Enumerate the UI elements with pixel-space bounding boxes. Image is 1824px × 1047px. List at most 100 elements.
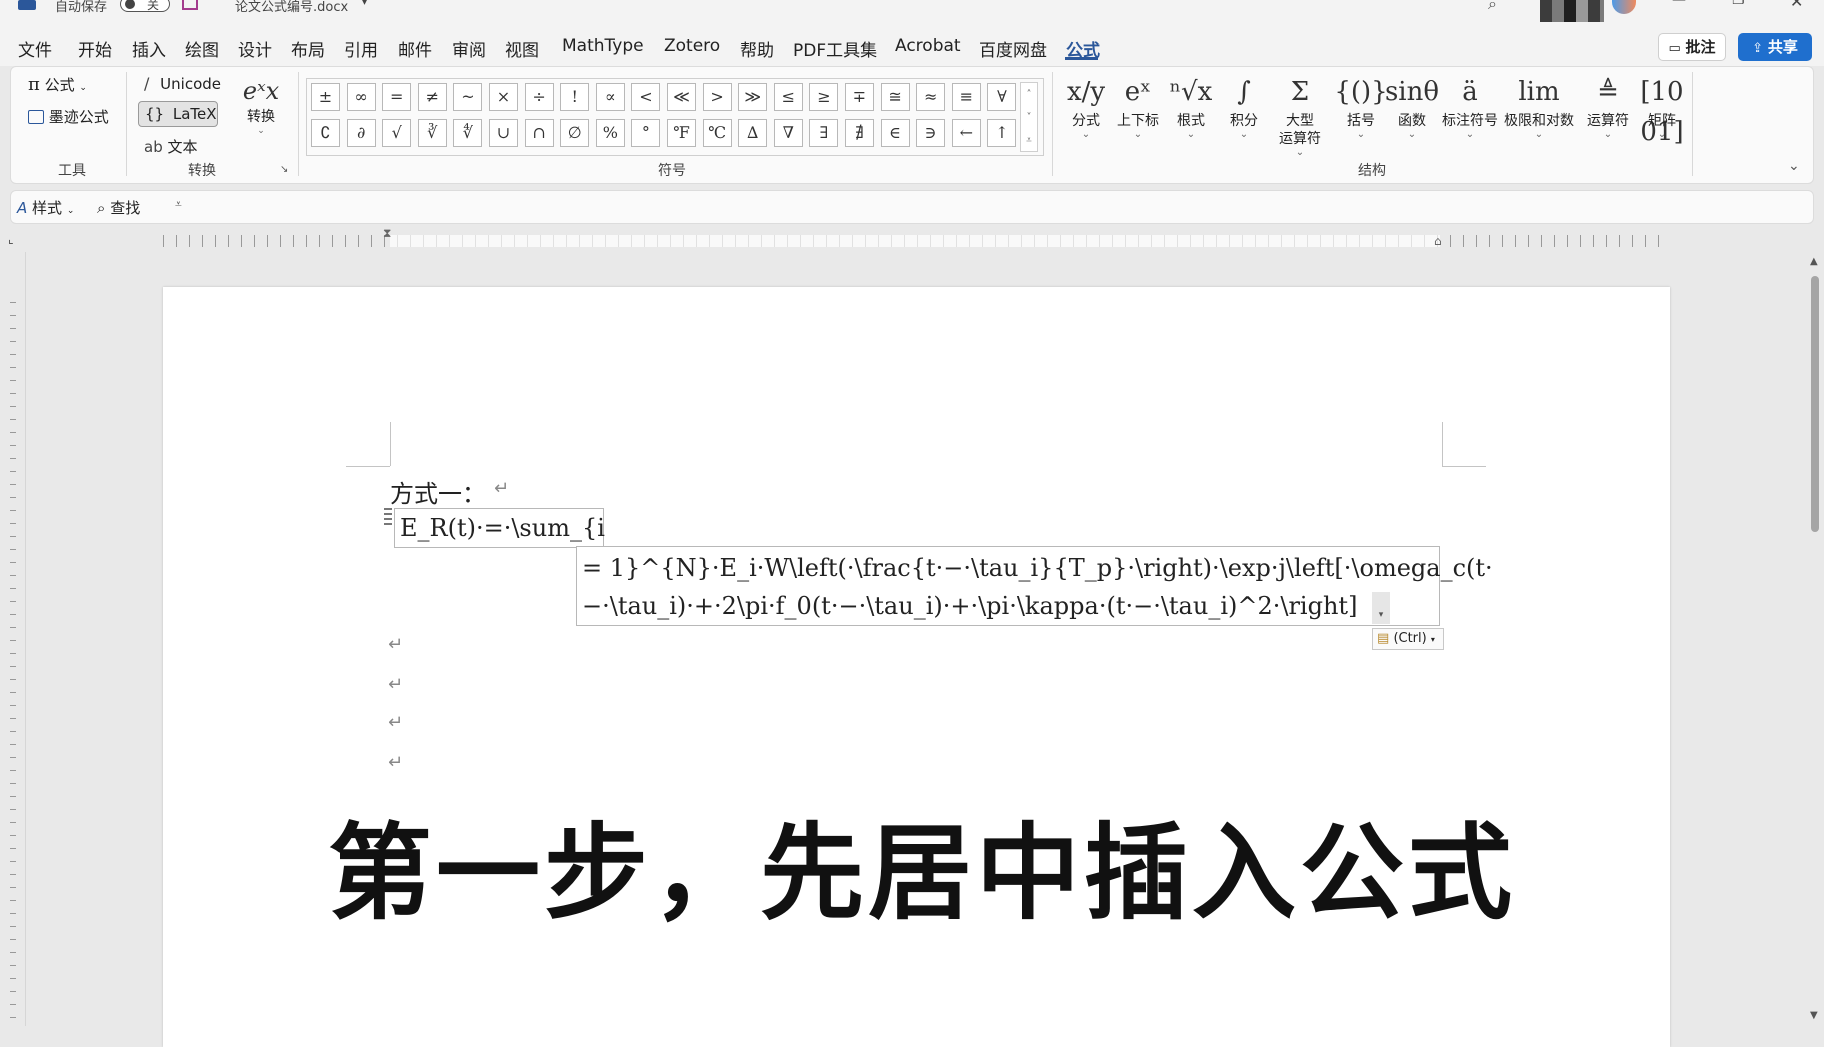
symbol-button[interactable]: ← xyxy=(951,119,981,147)
heading-text[interactable]: 方式一： xyxy=(390,474,486,509)
menu-tab-1[interactable]: 开始 xyxy=(78,36,112,61)
menu-tab-0[interactable]: 文件 xyxy=(18,36,52,61)
menu-tab-2[interactable]: 插入 xyxy=(132,36,166,61)
structure-button[interactable]: [10 01] 矩阵 ⌄ xyxy=(1634,72,1690,147)
ink-equation-button[interactable]: 墨迹公式 xyxy=(28,106,109,127)
symbol-button[interactable]: ∀ xyxy=(987,83,1017,111)
vertical-scrollbar[interactable]: ▲ ▼ xyxy=(1806,252,1824,1026)
customize-toolbar-icon[interactable]: ⩡ xyxy=(175,197,182,212)
menu-tab-4[interactable]: 设计 xyxy=(238,36,272,61)
paste-options-button[interactable]: ▤ (Ctrl) ▾ xyxy=(1372,628,1444,650)
collapse-ribbon-icon[interactable]: ⌄ xyxy=(1788,158,1800,174)
structure-button[interactable]: x/y 分式 ⌄ xyxy=(1058,72,1114,140)
symbol-button[interactable]: ∓ xyxy=(845,83,874,111)
equation-options-button[interactable]: ▾ xyxy=(1372,592,1390,624)
comment-button[interactable]: ▭ 批注 xyxy=(1658,33,1726,61)
menu-tab-3[interactable]: 绘图 xyxy=(185,36,219,61)
structure-button[interactable]: {()} 括号 ⌄ xyxy=(1333,72,1389,140)
symbol-button[interactable]: ≪ xyxy=(667,83,696,111)
find-button[interactable]: ⌕ 查找 xyxy=(97,197,140,218)
minimize-icon[interactable]: — xyxy=(1672,0,1686,8)
symbol-button[interactable]: ∁ xyxy=(311,119,340,147)
symbol-button[interactable]: ~ xyxy=(453,83,483,111)
tab-selector-icon[interactable]: ⌞ xyxy=(8,232,14,246)
document-title[interactable]: 论文公式编号.docx xyxy=(235,0,348,15)
symbol-button[interactable]: ∛ xyxy=(417,119,447,147)
left-indent-marker[interactable]: ⧗ xyxy=(383,226,391,241)
symbol-button[interactable]: ! xyxy=(560,83,590,111)
gallery-scroll[interactable]: ˄ ˅ ⩡ xyxy=(1020,82,1038,152)
symbol-button[interactable]: √ xyxy=(382,119,412,147)
menu-tab-15[interactable]: 百度网盘 xyxy=(979,36,1047,61)
symbol-button[interactable]: ∈ xyxy=(880,119,910,147)
structure-button[interactable]: ä 标注符号 ⌄ xyxy=(1442,72,1498,140)
symbol-button[interactable]: ∜ xyxy=(453,119,483,147)
symbol-button[interactable]: ≈ xyxy=(916,83,946,111)
symbol-button[interactable]: ↑ xyxy=(987,119,1017,147)
equation-button[interactable]: π 公式 ⌄ xyxy=(28,74,87,95)
menu-tab-10[interactable]: MathType xyxy=(562,36,644,56)
scroll-thumb[interactable] xyxy=(1811,276,1819,532)
symbol-button[interactable]: ∞ xyxy=(346,83,376,111)
symbol-button[interactable]: × xyxy=(489,83,518,111)
equation-handle-icon[interactable] xyxy=(384,508,392,526)
expand-gallery-icon[interactable]: ⩡ xyxy=(1021,129,1037,152)
symbol-button[interactable]: ≥ xyxy=(809,83,839,111)
symbol-button[interactable]: ≤ xyxy=(773,83,803,111)
scroll-up-icon[interactable]: ˄ xyxy=(1021,83,1037,106)
symbol-button[interactable]: ℃ xyxy=(702,119,732,147)
symbol-button[interactable]: ∪ xyxy=(489,119,518,147)
symbol-button[interactable]: ≫ xyxy=(738,83,768,111)
convert-button[interactable]: eˣx 转换 ⌄ xyxy=(236,76,286,136)
menu-tab-9[interactable]: 视图 xyxy=(505,36,539,61)
symbol-button[interactable]: ± xyxy=(311,83,340,111)
menu-tab-5[interactable]: 布局 xyxy=(291,36,325,61)
symbol-button[interactable]: ∩ xyxy=(524,119,554,147)
structure-button[interactable]: ⁿ√x 根式 ⌄ xyxy=(1163,72,1219,140)
symbol-button[interactable]: ÷ xyxy=(524,83,554,111)
symbol-button[interactable]: ℉ xyxy=(667,119,696,147)
close-icon[interactable]: ✕ xyxy=(1790,0,1803,11)
symbol-button[interactable]: ∇ xyxy=(773,119,803,147)
menu-tab-14[interactable]: Acrobat xyxy=(895,36,961,56)
share-button[interactable]: ⇪ 共享 xyxy=(1738,33,1812,61)
symbol-button[interactable]: ≠ xyxy=(417,83,447,111)
structure-button[interactable]: eˣ 上下标 ⌄ xyxy=(1110,72,1166,140)
structure-button[interactable]: sinθ 函数 ⌄ xyxy=(1384,72,1440,140)
menu-tab-7[interactable]: 邮件 xyxy=(398,36,432,61)
structure-button[interactable]: ≜ 运算符 ⌄ xyxy=(1580,72,1636,140)
text-option[interactable]: ab 文本 xyxy=(144,136,198,157)
save-icon[interactable] xyxy=(182,0,198,10)
menu-tab-12[interactable]: 帮助 xyxy=(740,36,774,61)
structure-button[interactable]: Σ 大型 运算符 ⌄ xyxy=(1272,72,1328,158)
symbol-button[interactable]: ° xyxy=(631,119,661,147)
menu-tab-11[interactable]: Zotero xyxy=(664,36,720,56)
scroll-down-icon[interactable]: ▼ xyxy=(1810,1010,1818,1021)
symbol-button[interactable]: ∅ xyxy=(560,119,590,147)
symbol-button[interactable]: ∆ xyxy=(738,119,768,147)
scroll-up-icon[interactable]: ▲ xyxy=(1810,256,1818,267)
latex-option[interactable]: {} LaTeX xyxy=(138,101,218,127)
symbol-button[interactable]: ∝ xyxy=(595,83,625,111)
symbol-button[interactable]: ∄ xyxy=(845,119,874,147)
right-indent-marker[interactable]: ⌂ xyxy=(1434,234,1442,248)
symbol-button[interactable]: % xyxy=(595,119,625,147)
search-icon[interactable]: ⌕ xyxy=(1488,0,1497,14)
menu-tab-8[interactable]: 审阅 xyxy=(452,36,486,61)
structure-button[interactable]: ∫ 积分 ⌄ xyxy=(1216,72,1272,140)
structure-button[interactable]: lim 极限和对数 ⌄ xyxy=(1500,72,1578,140)
restore-icon[interactable]: ❐ xyxy=(1732,0,1745,8)
style-button[interactable]: A 样式 ⌄ xyxy=(17,197,74,218)
symbol-button[interactable]: = xyxy=(382,83,412,111)
menu-tab-13[interactable]: PDF工具集 xyxy=(793,36,877,61)
symbol-button[interactable]: ∃ xyxy=(809,119,839,147)
dialog-launcher-icon[interactable]: ↘ xyxy=(280,164,288,175)
symbol-button[interactable]: ≅ xyxy=(880,83,910,111)
title-dropdown-icon[interactable]: ▾ xyxy=(362,0,367,8)
symbol-button[interactable]: < xyxy=(631,83,661,111)
menu-tab-6[interactable]: 引用 xyxy=(344,36,378,61)
symbol-button[interactable]: ≡ xyxy=(951,83,981,111)
symbol-button[interactable]: ∋ xyxy=(916,119,946,147)
unicode-option[interactable]: / Unicode xyxy=(144,74,221,93)
symbol-button[interactable]: > xyxy=(702,83,732,111)
